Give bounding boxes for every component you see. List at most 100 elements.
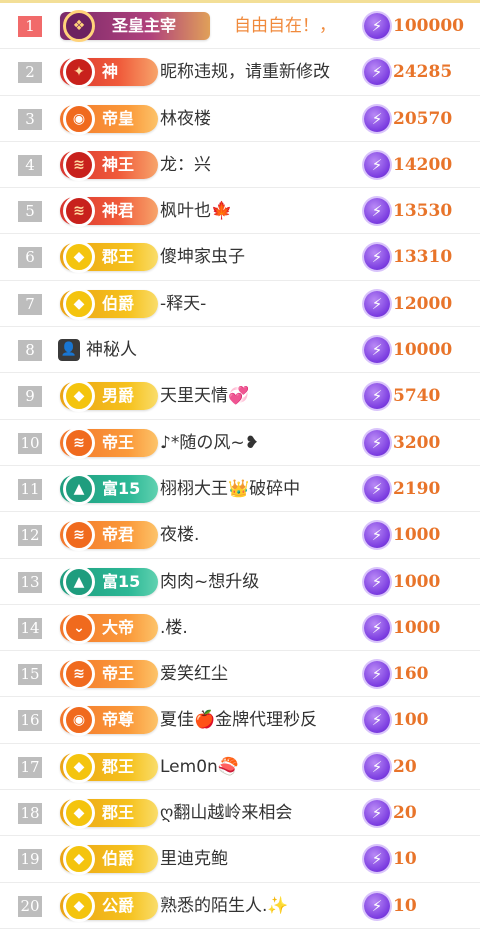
score-value: 160 — [393, 664, 429, 685]
user-name[interactable]: Lem0n🍣 — [160, 756, 239, 778]
leaderboard-row[interactable]: 2 ✦ 神昵称违规，请重新修改 ⚡ 24285 — [0, 49, 480, 96]
badge-emblem-icon: ◆ — [63, 287, 95, 320]
user-name[interactable]: -释天- — [160, 293, 206, 315]
level-badge: ◆ 郡王 — [60, 750, 158, 783]
leaderboard-row[interactable]: 14 ⌄ 大帝 .楼. ⚡ 1000 — [0, 605, 480, 652]
user-name[interactable]: 栩栩大王👑破碎中 — [160, 478, 300, 500]
badge-emblem-icon: ◆ — [63, 797, 95, 830]
badge-label: 帝君 — [102, 525, 135, 545]
badge-emblem-icon: ⌄ — [63, 611, 95, 644]
leaderboard-row[interactable]: 15 ≋ 帝王 爱笑红尘 ⚡ 160 — [0, 651, 480, 698]
score-value: 24285 — [393, 62, 453, 83]
score-value: 10000 — [393, 340, 453, 361]
badge-emblem-icon: ✦ — [63, 56, 95, 89]
score-value: 20570 — [393, 108, 453, 129]
level-badge: ◆ 男爵 — [60, 380, 158, 413]
user-name[interactable]: 傻坤家虫子 — [160, 246, 245, 268]
badge-emblem-icon: ≋ — [63, 658, 95, 691]
leaderboard-row[interactable]: 11 ▲ 富15 栩栩大王👑破碎中 ⚡ 2190 — [0, 466, 480, 513]
level-badge: ◆ 郡王 — [60, 797, 158, 830]
level-badge: ◆ 伯爵 — [60, 287, 158, 320]
score-value: 10 — [393, 849, 417, 870]
user-name[interactable]: 龙：兴 — [160, 154, 211, 176]
user-name[interactable]: ღ翻山越岭来相会 — [160, 802, 292, 824]
leaderboard-row[interactable]: 18 ◆ 郡王 ღ翻山越岭来相会 ⚡ 20 — [0, 790, 480, 837]
score-value: 14200 — [393, 154, 453, 175]
lightning-coin-icon: ⚡ — [364, 475, 390, 502]
level-badge: ✦ 神 — [60, 56, 158, 89]
badge-label: 神王 — [102, 154, 135, 174]
badge-emblem-icon: ≋ — [63, 426, 95, 459]
level-badge: ❖ 圣皇主宰 — [60, 10, 210, 42]
user-name[interactable]: 自由自在！， — [234, 15, 336, 37]
rank-number: 14 — [18, 617, 42, 639]
badge-emblem-icon: ◉ — [63, 102, 95, 135]
rank-number: 20 — [18, 895, 42, 917]
user-name[interactable]: 熟悉的陌生人.✨ — [160, 895, 289, 917]
lightning-coin-icon: ⚡ — [364, 661, 390, 688]
leaderboard-row[interactable]: 16 ◉ 帝尊 夏佳🍎金牌代理秒反 ⚡ 100 — [0, 697, 480, 744]
rank-number: 7 — [18, 293, 42, 315]
mystery-user-icon: 👤 — [58, 339, 80, 362]
leaderboard-row[interactable]: 19 ◆ 伯爵 里迪克鲍 ⚡ 10 — [0, 836, 480, 883]
score-value: 20 — [393, 803, 417, 824]
badge-label: 神君 — [102, 201, 135, 221]
badge-label: 伯爵 — [102, 849, 135, 869]
leaderboard-row[interactable]: 8 👤 神秘人 ⚡ 10000 — [0, 327, 480, 374]
user-name[interactable]: 天里天情💞 — [160, 385, 249, 407]
leaderboard-row[interactable]: 9 ◆ 男爵 天里天情💞 ⚡ 5740 — [0, 373, 480, 420]
user-name[interactable]: 夏佳🍎金牌代理秒反 — [160, 709, 317, 731]
leaderboard-row[interactable]: 5 ≋ 神君 枫叶也🍁 ⚡ 13530 — [0, 188, 480, 235]
user-name[interactable]: 昵称违规，请重新修改 — [160, 61, 330, 83]
badge-emblem-icon: ❖ — [63, 10, 95, 42]
lightning-coin-icon: ⚡ — [364, 846, 390, 873]
lightning-coin-icon: ⚡ — [364, 522, 390, 549]
level-badge: ≋ 神君 — [60, 195, 158, 228]
lightning-coin-icon: ⚡ — [364, 13, 390, 39]
lightning-coin-icon: ⚡ — [364, 105, 390, 132]
badge-emblem-icon: ▲ — [63, 565, 95, 598]
rank-number: 2 — [18, 62, 42, 84]
rank-number: 18 — [18, 803, 42, 825]
leaderboard-row[interactable]: 7 ◆ 伯爵 -释天- ⚡ 12000 — [0, 281, 480, 328]
badge-emblem-icon: ≋ — [63, 195, 95, 228]
lightning-coin-icon: ⚡ — [364, 800, 390, 827]
user-name[interactable]: 里迪克鲍 — [160, 848, 228, 870]
level-badge: ⌄ 大帝 — [60, 611, 158, 644]
user-name[interactable]: ♪*随の风~❥ — [160, 432, 259, 454]
level-badge: ▲ 富15 — [60, 472, 158, 505]
level-badge: ▲ 富15 — [60, 565, 158, 598]
score-value: 5740 — [393, 386, 441, 407]
lightning-coin-icon: ⚡ — [364, 59, 390, 86]
leaderboard-row[interactable]: 12 ≋ 帝君 夜楼. ⚡ 1000 — [0, 512, 480, 559]
score-value: 100 — [393, 710, 429, 731]
leaderboard-row[interactable]: 4 ≋ 神王 龙：兴 ⚡ 14200 — [0, 142, 480, 189]
leaderboard-row[interactable]: 10 ≋ 帝王 ♪*随の风~❥ ⚡ 3200 — [0, 420, 480, 466]
rank-number: 19 — [18, 849, 42, 871]
user-name[interactable]: 夜楼. — [160, 524, 199, 546]
badge-emblem-icon: ◆ — [63, 843, 95, 876]
user-name[interactable]: .楼. — [160, 617, 188, 639]
user-name[interactable]: 林夜楼 — [160, 108, 211, 130]
badge-emblem-icon: ◆ — [63, 750, 95, 783]
user-name[interactable]: 肉肉~想升级 — [160, 571, 259, 593]
user-name[interactable]: 爱笑红尘 — [160, 663, 228, 685]
badge-label: 富15 — [102, 478, 141, 498]
leaderboard-row[interactable]: 20 ◆ 公爵 熟悉的陌生人.✨ ⚡ 10 — [0, 883, 480, 929]
leaderboard-row[interactable]: 13 ▲ 富15 肉肉~想升级 ⚡ 1000 — [0, 559, 480, 605]
score-value: 10 — [393, 895, 417, 916]
leaderboard-row[interactable]: 6 ◆ 郡王 傻坤家虫子 ⚡ 13310 — [0, 234, 480, 281]
leaderboard-row[interactable]: 3 ◉ 帝皇 林夜楼 ⚡ 20570 — [0, 96, 480, 142]
lightning-coin-icon: ⚡ — [364, 753, 390, 780]
lightning-coin-icon: ⚡ — [364, 429, 390, 456]
score-value: 12000 — [393, 293, 453, 314]
badge-label: 郡王 — [102, 803, 135, 823]
rank-number: 3 — [18, 108, 42, 130]
level-badge: ≋ 神王 — [60, 148, 158, 181]
score-value: 1000 — [393, 617, 441, 638]
leaderboard-row[interactable]: 17 ◆ 郡王 Lem0n🍣 ⚡ 20 — [0, 744, 480, 791]
badge-label: 富15 — [102, 571, 141, 591]
leaderboard-row[interactable]: 1 ❖ 圣皇主宰 自由自在！， ⚡ 100000 — [0, 3, 480, 50]
user-name[interactable]: 神秘人 — [86, 339, 137, 361]
user-name[interactable]: 枫叶也🍁 — [160, 200, 232, 222]
